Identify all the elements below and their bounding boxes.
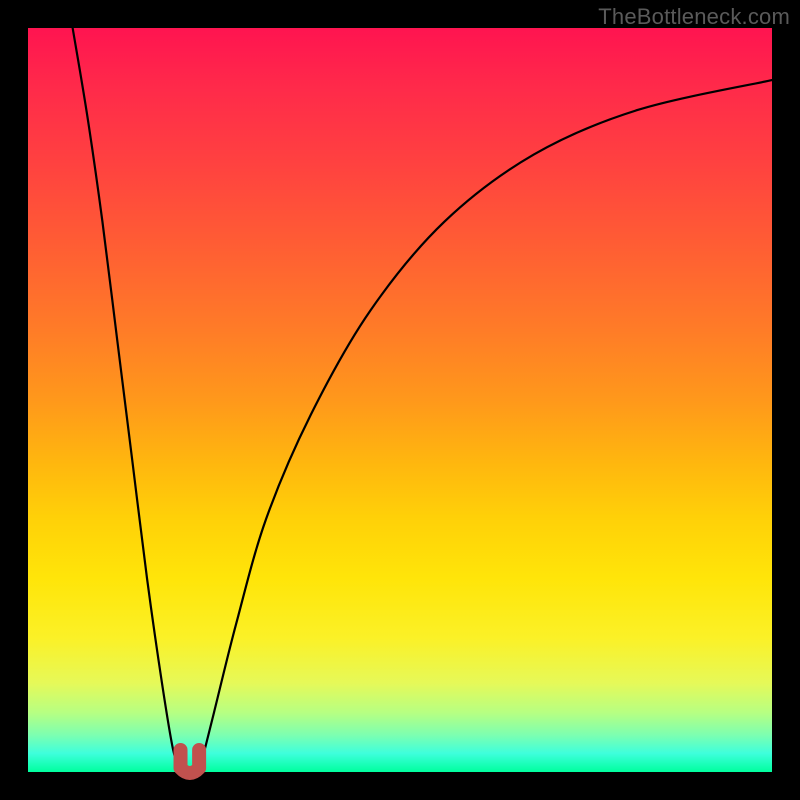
heat-gradient-plot-area	[28, 28, 772, 772]
attribution-watermark: TheBottleneck.com	[598, 4, 790, 30]
chart-outer-frame: TheBottleneck.com	[0, 0, 800, 800]
optimum-marker	[181, 750, 200, 773]
curve-layer	[28, 28, 772, 772]
bottleneck-curve-right-branch	[199, 80, 772, 772]
bottleneck-curve-left-branch	[73, 28, 181, 772]
